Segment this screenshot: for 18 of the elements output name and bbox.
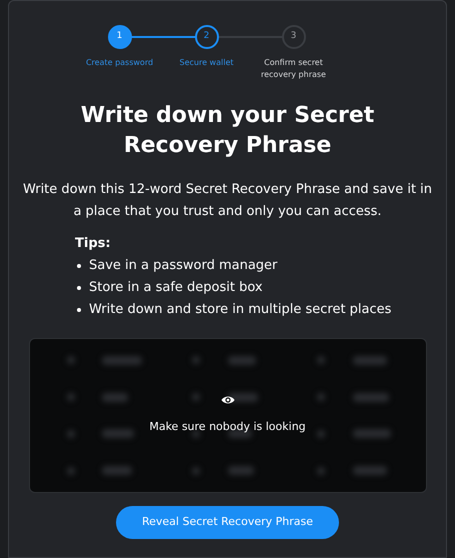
tip-item: Store in a safe deposit box: [89, 279, 263, 297]
bullet-icon: [77, 264, 81, 268]
step-label: Create password: [84, 57, 154, 69]
step-indicator: 1: [108, 25, 132, 49]
step-indicator: 3: [282, 25, 306, 49]
step-label: Confirm secret recovery phrase: [260, 57, 327, 81]
eye-icon: [220, 395, 234, 406]
step-label: Secure wallet: [178, 57, 234, 69]
tips-heading: Tips:: [75, 235, 112, 253]
reveal-button[interactable]: Reveal Secret Recovery Phrase: [116, 506, 339, 539]
step-indicator: 2: [194, 25, 218, 49]
tip-item: Write down and store in multiple secret places: [89, 301, 392, 319]
page-title: Write down your Secret Recovery Phrase: [80, 102, 376, 160]
warning-message: Make sure nobody is looking: [149, 419, 306, 436]
description-text: Write down this 12-word Secret Recovery Phrase and save it in a place that you trust and only you can access.: [22, 181, 434, 221]
tip-item: Save in a password manager: [89, 257, 278, 275]
bullet-icon: [77, 308, 81, 312]
bullet-icon: [77, 286, 81, 290]
